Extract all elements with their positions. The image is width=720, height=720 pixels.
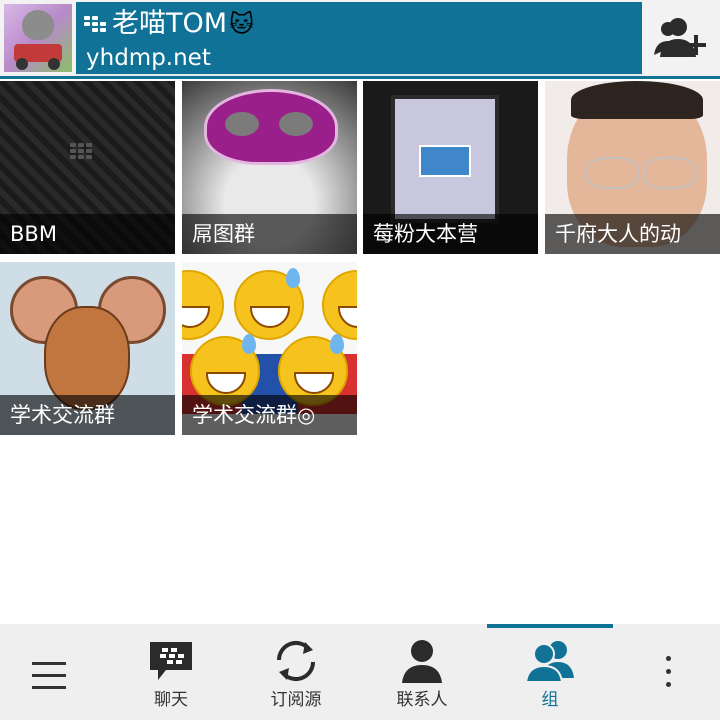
status-message: yhdmp.net (86, 45, 211, 71)
cat-emoji-icon: 🐱 (229, 10, 255, 38)
tab-label: 聊天 (154, 690, 188, 710)
tab-groups[interactable]: 组 (488, 624, 612, 720)
add-contact-icon (654, 18, 706, 57)
add-contact-button[interactable] (644, 2, 720, 74)
group-name: 屌图群 (182, 214, 357, 254)
group-name: 千府大人的动 (545, 214, 720, 254)
mask-image (204, 89, 338, 165)
chat-icon (150, 642, 192, 680)
group-name: 莓粉大本营 (363, 214, 538, 254)
tab-label: 联系人 (396, 690, 448, 710)
header-divider (0, 76, 720, 79)
display-name: 老喵TOM (112, 8, 228, 39)
blackberry-logo-icon (84, 16, 106, 32)
blackberry-logo-icon (70, 143, 92, 159)
tab-chat[interactable]: 聊天 (112, 624, 230, 720)
group-tile[interactable]: 莓粉大本营 (363, 81, 538, 254)
group-name: 学术交流群◎ (182, 395, 357, 435)
bottom-nav-bar: 聊天 订阅源 联系人 组 (0, 624, 720, 720)
group-tile[interactable]: 屌图群 (182, 81, 357, 254)
tab-feeds[interactable]: 订阅源 (236, 624, 356, 720)
tab-label: 组 (541, 690, 559, 710)
group-tile[interactable]: 学术交流群 (0, 262, 175, 435)
group-tile[interactable]: 学术交流群◎ (182, 262, 357, 435)
menu-icon[interactable] (32, 662, 66, 698)
profile-panel[interactable]: 老喵TOM 🐱 yhdmp.net (76, 2, 642, 76)
group-name: 学术交流群 (0, 395, 175, 435)
group-name: BBM (0, 214, 175, 254)
tab-contacts[interactable]: 联系人 (362, 624, 482, 720)
contact-icon (402, 640, 442, 683)
groups-icon (524, 641, 574, 683)
app-header: 老喵TOM 🐱 yhdmp.net (0, 0, 720, 79)
overflow-menu-icon[interactable] (666, 656, 674, 695)
group-tile[interactable]: 千府大人的动 (545, 81, 720, 254)
tab-label: 订阅源 (270, 690, 322, 710)
refresh-feeds-icon (276, 640, 316, 682)
group-tile[interactable]: BBM (0, 81, 175, 254)
profile-avatar[interactable] (4, 4, 72, 72)
